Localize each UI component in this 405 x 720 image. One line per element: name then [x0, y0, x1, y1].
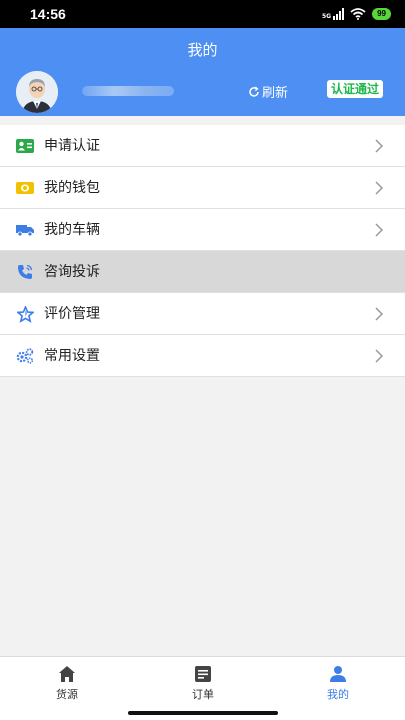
menu-item-review-management[interactable]: 评价管理 [0, 293, 405, 335]
menu-item-label: 我的车辆 [44, 222, 100, 238]
menu-item-label: 申请认证 [44, 138, 100, 154]
profile-header: 我的 刷新 认证通过 [0, 28, 405, 116]
phone-icon [16, 263, 34, 281]
status-time: 14:56 [30, 6, 66, 22]
chevron-right-icon [375, 139, 384, 153]
certification-status-badge: 认证通过 [327, 80, 384, 98]
avatar[interactable] [16, 71, 58, 113]
wallet-icon [16, 179, 34, 197]
home-indicator[interactable] [128, 711, 278, 715]
battery-indicator: 99 [372, 8, 391, 20]
id-card-icon [16, 137, 34, 155]
tab-cargo-source[interactable]: 货源 [27, 665, 107, 702]
menu-list: 申请认证 我的钱包 我的车辆 咨询投诉 评价管理 常用设置 [0, 125, 405, 377]
menu-item-label: 我的钱包 [44, 180, 100, 196]
menu-item-label: 评价管理 [44, 306, 100, 322]
signal-icon: 5G [321, 8, 345, 20]
menu-item-label: 常用设置 [44, 348, 100, 364]
menu-item-label: 咨询投诉 [44, 264, 100, 280]
user-icon [330, 666, 346, 682]
tab-label: 我的 [327, 688, 349, 701]
tab-label: 货源 [56, 688, 78, 701]
gears-icon [16, 347, 34, 365]
tab-mine[interactable]: 我的 [298, 665, 378, 702]
refresh-icon [249, 85, 259, 97]
tab-orders[interactable]: 订单 [163, 665, 243, 702]
chevron-right-icon [375, 223, 384, 237]
menu-item-consult-complaint[interactable]: 咨询投诉 [0, 251, 405, 293]
status-bar: 14:56 5G 99 [0, 0, 405, 28]
chevron-right-icon [375, 181, 384, 195]
username-blurred [82, 86, 174, 96]
menu-item-apply-certification[interactable]: 申请认证 [0, 125, 405, 167]
chevron-right-icon [375, 349, 384, 363]
refresh-label: 刷新 [262, 86, 289, 101]
refresh-button[interactable]: 刷新 [248, 82, 288, 101]
network-type: 5G [321, 13, 332, 20]
avatar-image [16, 71, 58, 113]
status-icons: 5G 99 [322, 7, 391, 21]
star-icon [16, 305, 34, 323]
chevron-right-icon [375, 307, 384, 321]
wifi-icon [350, 8, 366, 20]
menu-item-my-wallet[interactable]: 我的钱包 [0, 167, 405, 209]
order-icon [195, 666, 211, 682]
home-icon [59, 666, 75, 682]
truck-icon [16, 221, 34, 239]
menu-item-my-vehicles[interactable]: 我的车辆 [0, 209, 405, 251]
tab-label: 订单 [192, 688, 214, 701]
menu-item-common-settings[interactable]: 常用设置 [0, 335, 405, 377]
page-title: 我的 [187, 41, 218, 59]
